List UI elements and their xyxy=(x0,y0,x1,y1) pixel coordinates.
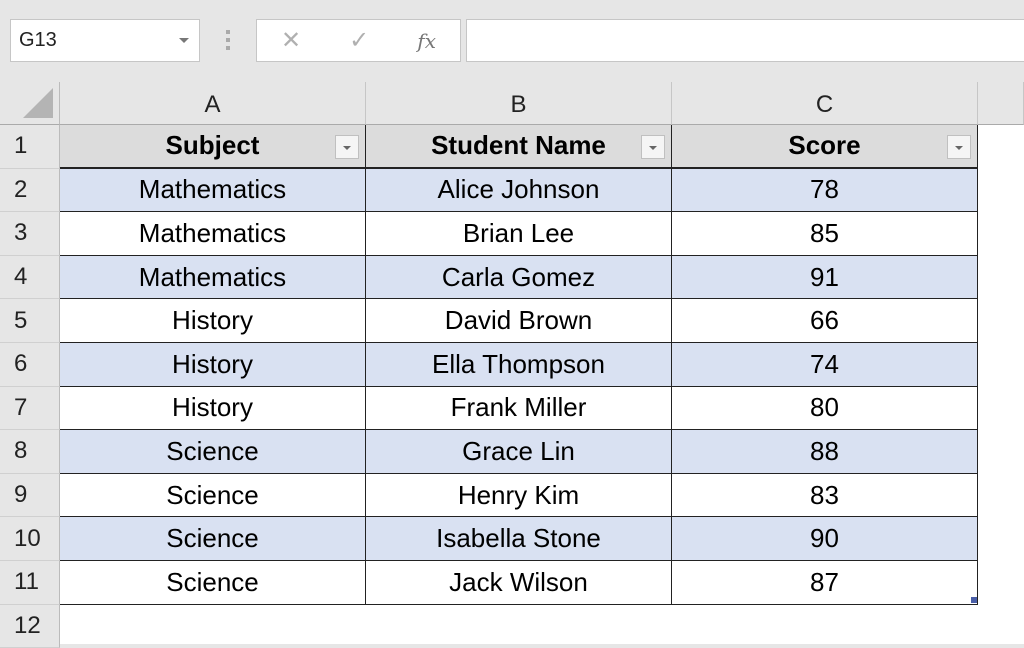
table-cell[interactable]: 87 xyxy=(672,561,978,605)
row-header-2[interactable]: 2 xyxy=(0,169,60,213)
table-header-cell[interactable]: Subject xyxy=(60,125,366,169)
row-header-11[interactable]: 11 xyxy=(0,561,60,605)
table-cell[interactable]: 83 xyxy=(672,474,978,518)
formula-bar-input[interactable] xyxy=(466,19,1024,62)
table-cell[interactable]: 66 xyxy=(672,299,978,343)
filter-dropdown-icon[interactable] xyxy=(947,135,971,159)
table-cell[interactable]: Mathematics xyxy=(60,256,366,300)
name-box-value: G13 xyxy=(19,29,57,51)
table-cell[interactable]: Carla Gomez xyxy=(366,256,672,300)
drag-handle-icon[interactable] xyxy=(226,30,230,50)
table-cell[interactable]: Brian Lee xyxy=(366,212,672,256)
select-all-button[interactable] xyxy=(0,82,60,125)
table-cell[interactable]: Ella Thompson xyxy=(366,343,672,387)
row-header-6[interactable]: 6 xyxy=(0,343,60,387)
column-header-B[interactable]: B xyxy=(366,82,672,125)
header-label: Subject xyxy=(166,130,260,161)
table-header-cell[interactable]: Score xyxy=(672,125,978,169)
filter-dropdown-icon[interactable] xyxy=(641,135,665,159)
row-header-4[interactable]: 4 xyxy=(0,256,60,300)
header-label: Student Name xyxy=(431,130,606,161)
chevron-down-icon[interactable] xyxy=(179,38,189,43)
column-header-C[interactable]: C xyxy=(672,82,978,125)
header-label: Score xyxy=(788,130,860,161)
table-cell[interactable]: Jack Wilson xyxy=(366,561,672,605)
table-cell[interactable]: History xyxy=(60,387,366,431)
table-cell[interactable]: Frank Miller xyxy=(366,387,672,431)
row-header-10[interactable]: 10 xyxy=(0,517,60,561)
name-box[interactable]: G13 xyxy=(10,19,200,62)
row-header-7[interactable]: 7 xyxy=(0,387,60,431)
table-cell[interactable]: Science xyxy=(60,517,366,561)
formula-buttons: ✕ ✓ fx xyxy=(256,19,461,62)
row-header-12[interactable]: 12 xyxy=(0,605,60,648)
row-header-3[interactable]: 3 xyxy=(0,212,60,256)
table-cell[interactable]: Science xyxy=(60,430,366,474)
table-cell[interactable]: 80 xyxy=(672,387,978,431)
filter-dropdown-icon[interactable] xyxy=(335,135,359,159)
table-cell[interactable]: 91 xyxy=(672,256,978,300)
column-header-empty[interactable] xyxy=(978,82,1024,125)
table-cell[interactable]: Science xyxy=(60,561,366,605)
column-header-A[interactable]: A xyxy=(60,82,366,125)
row-header-9[interactable]: 9 xyxy=(0,474,60,518)
table-cell[interactable]: Science xyxy=(60,474,366,518)
table-cell[interactable]: 85 xyxy=(672,212,978,256)
table-cell[interactable]: Henry Kim xyxy=(366,474,672,518)
table-cell[interactable]: History xyxy=(60,299,366,343)
cancel-x-icon[interactable]: ✕ xyxy=(281,26,301,55)
insert-function-icon[interactable]: fx xyxy=(417,29,436,53)
table-resize-handle[interactable] xyxy=(971,597,977,603)
table-cell[interactable]: 88 xyxy=(672,430,978,474)
table-cell[interactable]: 90 xyxy=(672,517,978,561)
table-cell[interactable]: Grace Lin xyxy=(366,430,672,474)
table-cell[interactable]: David Brown xyxy=(366,299,672,343)
table-cell[interactable]: 74 xyxy=(672,343,978,387)
table-cell[interactable]: Mathematics xyxy=(60,169,366,213)
table-cell[interactable]: History xyxy=(60,343,366,387)
table-cell[interactable]: 78 xyxy=(672,169,978,213)
table-header-cell[interactable]: Student Name xyxy=(366,125,672,169)
table-cell[interactable]: Mathematics xyxy=(60,212,366,256)
table-cell[interactable]: Isabella Stone xyxy=(366,517,672,561)
spreadsheet-grid: ABC123456789101112SubjectStudent NameSco… xyxy=(0,82,1024,644)
enter-check-icon[interactable]: ✓ xyxy=(349,26,369,55)
row-header-8[interactable]: 8 xyxy=(0,430,60,474)
row-header-1[interactable]: 1 xyxy=(0,125,60,169)
table-cell[interactable]: Alice Johnson xyxy=(366,169,672,213)
row-header-5[interactable]: 5 xyxy=(0,299,60,343)
